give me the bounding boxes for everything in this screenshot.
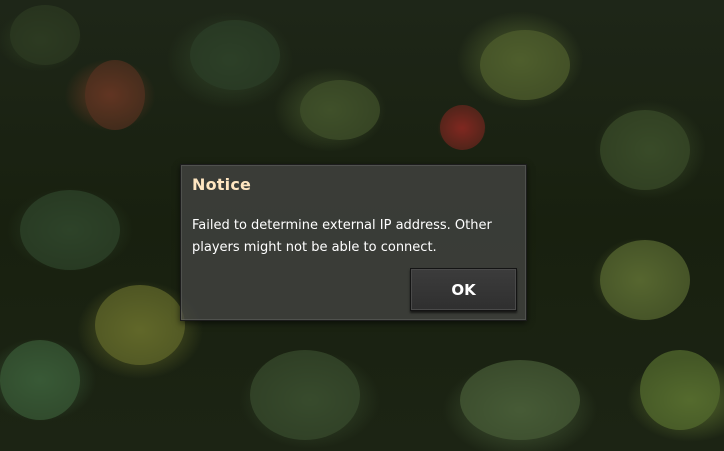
tree-canopy xyxy=(480,30,570,100)
tree-canopy xyxy=(85,60,145,130)
tree-canopy xyxy=(250,350,360,440)
dialog-title: Notice xyxy=(192,175,252,194)
tree-canopy xyxy=(0,340,80,420)
tree-canopy xyxy=(300,80,380,140)
tree-canopy xyxy=(460,360,580,440)
dialog-message: Failed to determine external IP address.… xyxy=(192,218,492,255)
ok-button[interactable]: OK xyxy=(410,268,517,311)
tree-canopy xyxy=(440,105,485,150)
forest-background: Notice Failed to determine external IP a… xyxy=(0,0,724,451)
notice-dialog: Notice Failed to determine external IP a… xyxy=(180,164,527,321)
tree-canopy xyxy=(20,190,120,270)
tree-canopy xyxy=(600,240,690,320)
tree-canopy xyxy=(600,110,690,190)
tree-canopy xyxy=(10,5,80,65)
tree-canopy xyxy=(640,350,720,430)
tree-canopy xyxy=(95,285,185,365)
tree-canopy xyxy=(190,20,280,90)
